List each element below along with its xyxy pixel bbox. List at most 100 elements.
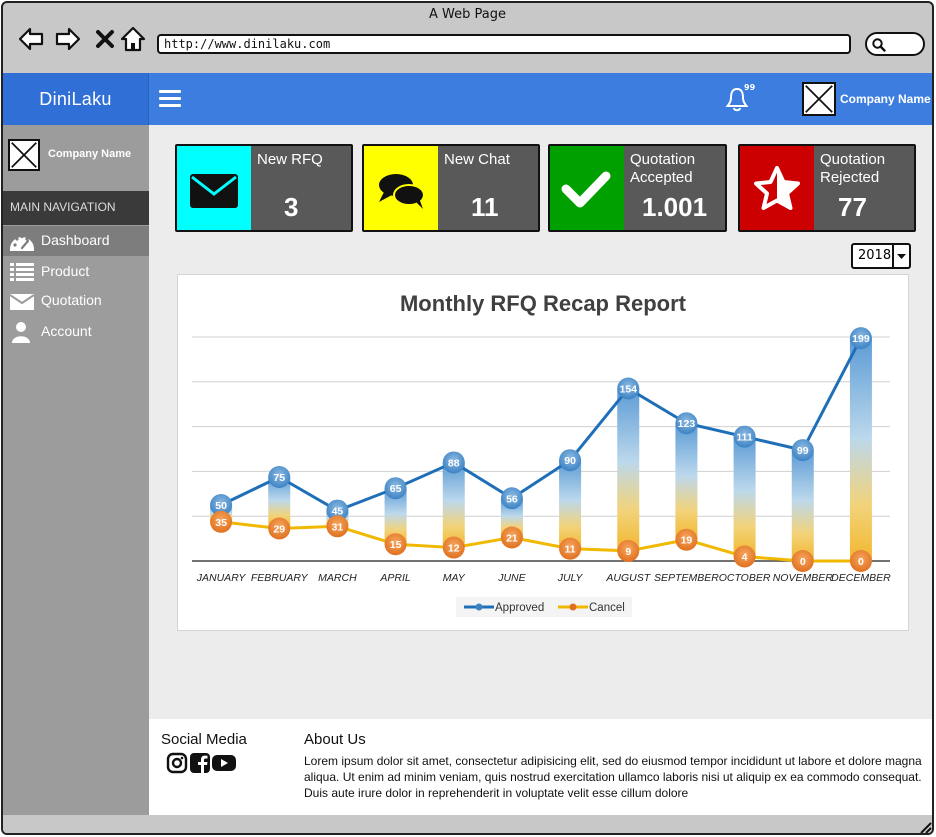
facebook-icon[interactable] xyxy=(189,752,211,774)
data-label: 9 xyxy=(625,546,631,558)
data-label: 123 xyxy=(678,418,696,430)
sidebar-item-account[interactable]: Account xyxy=(3,317,149,347)
x-tick-label: FEBRUARY xyxy=(251,572,309,584)
social-media-heading: Social Media xyxy=(161,731,247,748)
stat-card-new-chat[interactable]: New Chat 11 xyxy=(362,144,540,232)
x-tick-label: JULY xyxy=(557,572,584,584)
card-icon-box xyxy=(364,146,438,230)
x-tick-label: AUGUST xyxy=(605,572,651,584)
range-bar-september xyxy=(675,423,698,540)
notification-count-badge: 99 xyxy=(744,83,756,92)
x-tick-label: JUNE xyxy=(497,572,526,584)
data-label: 75 xyxy=(273,472,285,484)
stat-card-quotation-accepted[interactable]: Quotation Accepted 1.001 xyxy=(548,144,727,232)
sidebar-item-dashboard[interactable]: Dashboard xyxy=(3,226,149,256)
header-company-name[interactable]: Company Name xyxy=(840,92,931,106)
forward-arrow-icon[interactable] xyxy=(54,25,82,53)
x-tick-label: APRIL xyxy=(379,572,411,584)
data-label: 29 xyxy=(273,524,285,536)
range-bar-december xyxy=(849,338,872,561)
data-label: 199 xyxy=(852,333,870,345)
company-avatar-placeholder[interactable] xyxy=(802,82,836,116)
data-label: 90 xyxy=(564,455,576,467)
range-bar-july xyxy=(559,460,582,549)
data-label: 4 xyxy=(742,552,748,564)
series-line-approved xyxy=(220,337,863,513)
year-select[interactable]: 2018 xyxy=(851,243,911,269)
data-label: 50 xyxy=(215,500,227,512)
data-label: 31 xyxy=(332,521,344,533)
back-arrow-icon[interactable] xyxy=(17,25,45,53)
youtube-icon[interactable] xyxy=(211,752,237,774)
sidebar-item-label: Account xyxy=(41,323,92,339)
x-tick-label: OCTOBER xyxy=(719,572,771,584)
browser-window: A Web Page http://www.dinilaku.com DiniL… xyxy=(1,1,934,835)
card-title-line: Quotation xyxy=(630,151,696,168)
window-title: A Web Page xyxy=(429,7,506,22)
envelope-icon xyxy=(190,174,238,208)
about-us-heading: About Us xyxy=(304,731,366,748)
range-bar-may xyxy=(442,462,465,548)
chat-icon xyxy=(379,174,425,209)
data-label: 99 xyxy=(797,445,809,457)
card-title-line: Quotation xyxy=(820,151,886,168)
card-title: Quotation Rejected xyxy=(820,151,885,187)
card-title: New Chat xyxy=(444,151,510,168)
data-label: 35 xyxy=(215,517,227,529)
card-title-line: Rejected xyxy=(820,169,880,186)
legend-marker xyxy=(569,603,577,611)
x-tick-label: JANUARY xyxy=(196,572,247,584)
data-label: 88 xyxy=(448,457,460,469)
envelope-icon xyxy=(9,294,35,310)
card-title-line: Accepted xyxy=(630,169,693,186)
data-label: 19 xyxy=(681,535,693,547)
about-us-text: Lorem ipsum dolor sit amet, consectetur … xyxy=(304,754,922,800)
monthly-rfq-chart: Monthly RFQ Recap Report 507545658856901… xyxy=(192,291,891,617)
checkmark-icon xyxy=(561,171,611,208)
stat-card-new-rfq[interactable]: New RFQ 3 xyxy=(175,144,353,232)
card-value: 3 xyxy=(284,192,299,222)
card-value: 77 xyxy=(838,192,867,222)
browser-search-box[interactable] xyxy=(865,32,925,56)
sidebar-item-label: Quotation xyxy=(41,292,102,308)
stat-card-quotation-rejected[interactable]: Quotation Rejected 77 xyxy=(738,144,916,232)
search-icon xyxy=(872,38,886,52)
close-icon[interactable] xyxy=(91,25,119,53)
legend-label: Approved xyxy=(495,602,544,614)
year-select-value: 2018 xyxy=(858,248,892,263)
data-label: 111 xyxy=(736,432,753,444)
data-label: 154 xyxy=(619,384,637,396)
range-bar-august xyxy=(617,388,640,551)
url-input[interactable]: http://www.dinilaku.com xyxy=(157,34,851,54)
chart-title: Monthly RFQ Recap Report xyxy=(400,291,687,316)
legend-marker xyxy=(475,603,483,611)
data-label: 0 xyxy=(800,556,806,568)
card-title: New RFQ xyxy=(257,151,323,168)
legend-label: Cancel xyxy=(589,602,625,614)
dashboard-icon xyxy=(10,234,34,251)
x-tick-label: DECEMBER xyxy=(831,572,891,584)
chevron-down-icon[interactable] xyxy=(892,245,909,267)
card-icon-box xyxy=(740,146,814,230)
data-label: 56 xyxy=(506,493,518,505)
instagram-icon[interactable] xyxy=(166,752,188,774)
x-tick-label: NOVEMBER xyxy=(773,572,834,584)
series-line-cancel xyxy=(220,520,861,563)
sidebar-item-product[interactable]: Product xyxy=(3,257,149,287)
resize-grip-icon[interactable] xyxy=(918,820,932,834)
list-icon xyxy=(10,263,34,281)
card-icon-box xyxy=(550,146,624,230)
data-label: 15 xyxy=(390,539,402,551)
brand-logo[interactable]: DiniLaku xyxy=(3,73,149,125)
main-navigation-heading: MAIN NAVIGATION xyxy=(3,191,149,225)
menu-toggle-icon[interactable] xyxy=(159,90,181,108)
main-content: New RFQ 3 New Chat 11 Quotation Accepted… xyxy=(149,125,932,719)
home-icon[interactable] xyxy=(119,25,147,53)
card-value: 1.001 xyxy=(642,192,708,222)
chart-panel: Monthly RFQ Recap Report 50 75 45 65 88 56 90 1… xyxy=(177,274,909,631)
sidebar: Company Name MAIN NAVIGATION Dashboard P… xyxy=(3,125,149,833)
card-value: 11 xyxy=(471,192,499,222)
sidebar-item-quotation[interactable]: Quotation xyxy=(3,286,149,316)
sidebar-avatar-placeholder xyxy=(8,139,40,171)
sidebar-profile: Company Name xyxy=(3,125,149,189)
